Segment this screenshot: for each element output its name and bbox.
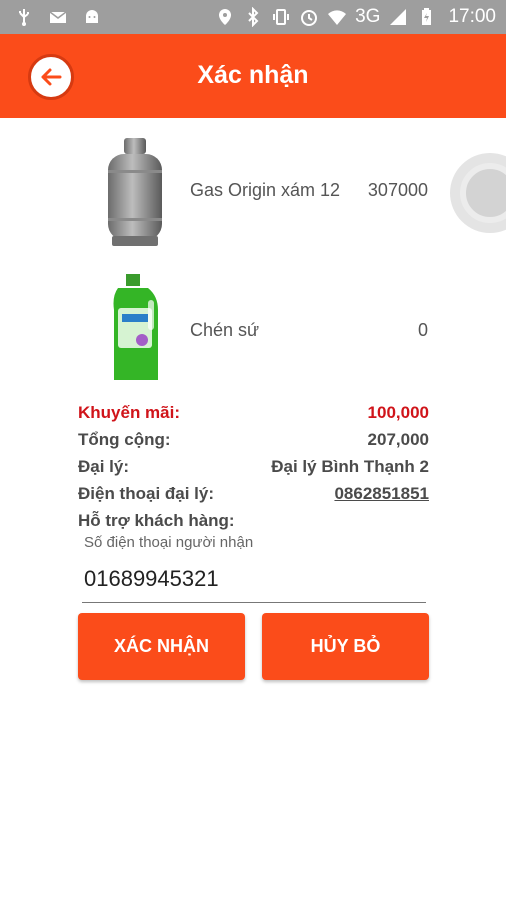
signal-icon [390,9,407,25]
product-price: 0 [417,320,428,340]
product-name: Chén sứ [190,320,260,340]
status-bar: 3G 17:00 [0,0,506,34]
confirm-button[interactable]: XÁC NHẬN [78,613,245,680]
total-value: 207,000 [367,430,429,449]
list-item-product[interactable]: Chén sứ 0 [0,270,506,390]
gas-cylinder-image [108,138,162,246]
agent-label: Đại lý: [78,457,130,476]
product-price: 307000 [367,180,428,200]
agent-phone-row: Điện thoại đại lý: 0862851851 [78,484,429,510]
clock: 17:00 [448,6,496,27]
agent-phone-label: Điện thoại đại lý: [78,484,215,503]
agent-phone-link[interactable]: 0862851851 [334,484,429,504]
cleaner-bottle-image [113,274,158,380]
usb-icon [19,9,29,26]
support-label: Hỗ trợ khách hàng: [78,511,235,530]
mail-icon [49,11,67,23]
product-name: Gas Origin xám 12 [190,180,341,200]
bluetooth-icon [248,7,259,27]
battery-icon [422,8,432,25]
total-label: Tổng cộng: [78,430,171,449]
network-type: 3G [355,6,381,27]
page-title: Xác nhận [197,61,309,89]
list-item-product[interactable]: Gas Origin xám 12 307000 [0,130,506,250]
cancel-button[interactable]: HỦY BỎ [262,613,429,680]
promo-label: Khuyến mãi: [78,403,181,422]
agent-row: Đại lý: Đại lý Bình Thạnh 2 [78,457,429,483]
recipient-phone-input[interactable] [82,560,426,603]
wifi-icon [328,10,347,25]
recipient-phone-hint: Số điện thoại người nhận [84,534,254,551]
alarm-icon [301,10,318,26]
agent-value: Đại lý Bình Thạnh 2 [271,457,429,476]
location-icon [219,9,232,25]
promo-row: Khuyến mãi: 100,000 [78,403,429,429]
vibrate-icon [273,9,290,25]
android-icon [86,10,98,23]
app-bar: Xác nhận [0,34,506,118]
promo-value: 100,000 [367,403,429,422]
total-row: Tổng cộng: 207,000 [78,430,429,456]
